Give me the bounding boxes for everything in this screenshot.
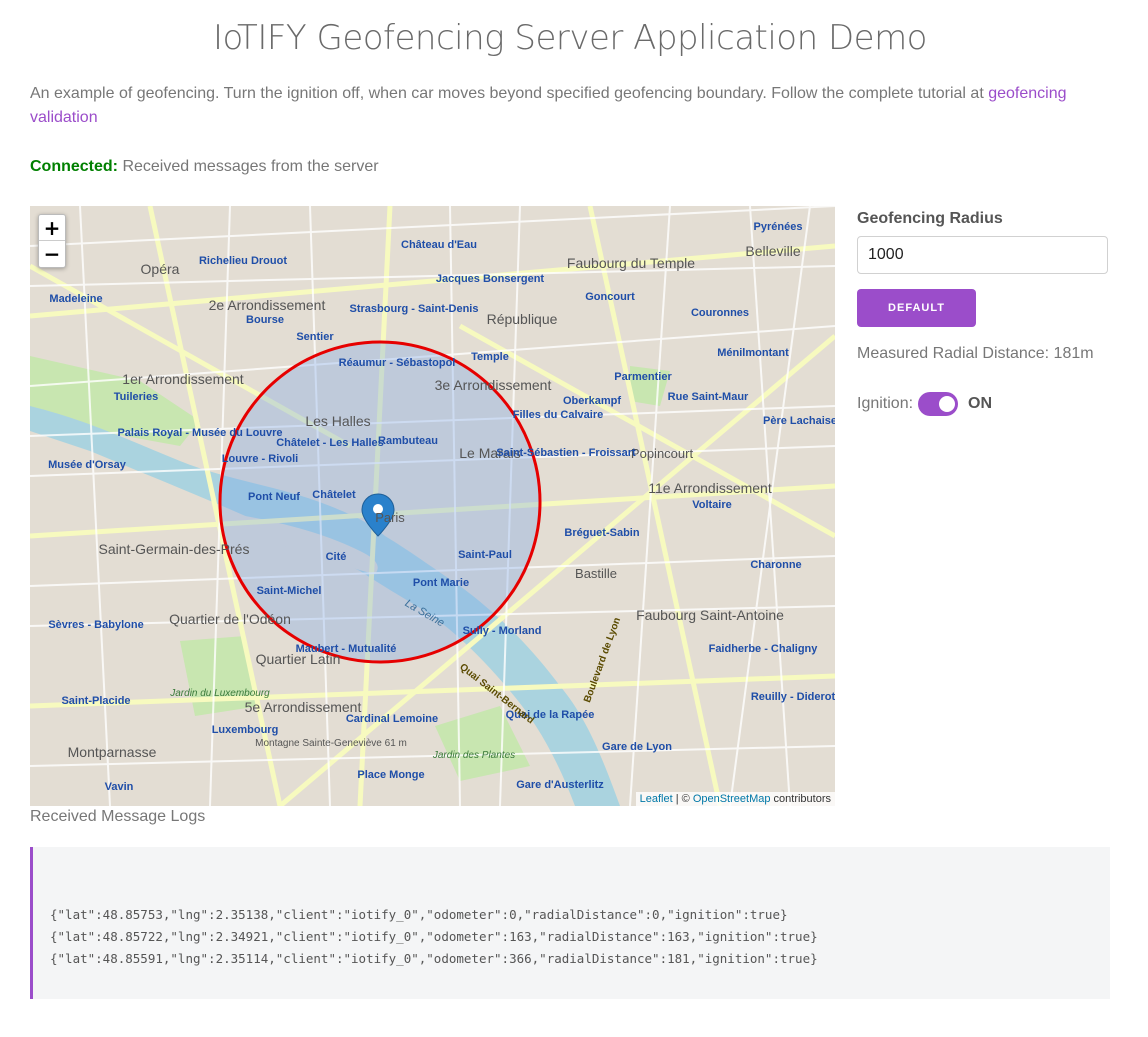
place-label: 11e Arrondissement	[648, 480, 772, 496]
place-label: Gare d'Austerlitz	[516, 779, 604, 791]
place-label: Opéra	[141, 261, 180, 277]
place-label: Musée d'Orsay	[48, 459, 127, 471]
place-label: Louvre - Rivoli	[222, 453, 298, 465]
place-label: Palais Royal - Musée du Louvre	[117, 427, 282, 439]
place-label: Saint-Sébastien - Froissart	[496, 447, 636, 459]
connection-status: Connected: Received messages from the se…	[30, 158, 379, 176]
default-button[interactable]: DEFAULT	[857, 289, 976, 327]
place-label: Popincourt	[631, 446, 694, 461]
place-label: Sèvres - Babylone	[48, 619, 143, 631]
osm-link[interactable]: OpenStreetMap	[693, 793, 771, 805]
place-label: Strasbourg - Saint-Denis	[350, 303, 479, 315]
attribution-suffix: contributors	[770, 793, 831, 805]
place-label: Reuilly - Diderot	[751, 691, 835, 703]
place-label: Paris	[375, 510, 405, 525]
place-label: Château d'Eau	[401, 239, 477, 251]
place-label: Montagne Sainte-Geneviève 61 m	[255, 738, 407, 749]
place-label: Richelieu Drouot	[199, 255, 287, 267]
toggle-knob	[939, 396, 955, 412]
place-label: Saint-Paul	[458, 549, 512, 561]
map[interactable]: Opéra 2e Arrondissement 1er Arrondisseme…	[30, 206, 835, 806]
radius-label: Geofencing Radius	[857, 210, 1003, 227]
map-attribution: Leaflet | © OpenStreetMap contributors	[635, 792, 835, 806]
place-label: Goncourt	[585, 291, 635, 303]
ignition-toggle[interactable]	[918, 392, 958, 416]
place-label: Place Monge	[357, 769, 424, 781]
place-label: Pyrénées	[754, 221, 803, 233]
place-label: Rambuteau	[378, 435, 438, 447]
place-label: Gare de Lyon	[602, 741, 672, 753]
place-label: Jacques Bonsergent	[436, 273, 545, 285]
ignition-state: ON	[968, 395, 992, 412]
place-label: Madeleine	[49, 293, 102, 305]
place-label: Père Lachaise	[763, 415, 835, 427]
log-line: {"lat":48.85753,"lng":2.35138,"client":"…	[50, 907, 788, 922]
logs-title: Received Message Logs	[30, 808, 206, 825]
log-line: {"lat":48.85722,"lng":2.34921,"client":"…	[50, 929, 818, 944]
intro-text: An example of geofencing. Turn the ignit…	[30, 85, 989, 102]
place-label: Bourse	[246, 314, 284, 326]
place-label: Sentier	[296, 331, 334, 343]
place-label: Saint-Germain-des-Prés	[99, 541, 250, 557]
place-label: Ménilmontant	[717, 347, 789, 359]
zoom-control: + −	[38, 214, 66, 268]
radius-input[interactable]	[857, 236, 1108, 274]
place-label: Pont Marie	[413, 577, 469, 589]
page-title: IoTIFY Geofencing Server Application Dem…	[213, 18, 928, 58]
place-label: 5e Arrondissement	[245, 699, 362, 715]
place-label: Châtelet - Les Halles	[276, 437, 384, 449]
place-label: Voltaire	[692, 499, 732, 511]
leaflet-link[interactable]: Leaflet	[640, 793, 673, 805]
place-label: Belleville	[745, 243, 800, 259]
place-label: Bastille	[575, 566, 617, 581]
place-label: 1er Arrondissement	[122, 371, 244, 387]
status-text: Received messages from the server	[122, 158, 379, 175]
place-label: Jardin du Luxembourg	[169, 688, 270, 699]
status-label: Connected:	[30, 158, 118, 175]
place-label: Faubourg Saint-Antoine	[636, 607, 784, 623]
place-label: Vavin	[105, 781, 134, 793]
ignition-label: Ignition:	[857, 395, 914, 412]
intro-paragraph: An example of geofencing. Turn the ignit…	[30, 82, 1120, 130]
place-label: Rue Saint-Maur	[668, 391, 749, 403]
place-label: Réaumur - Sébastopol	[339, 357, 456, 369]
place-label: Maubert - Mutualité	[296, 643, 397, 655]
place-label: Montparnasse	[68, 744, 157, 760]
zoom-in-button[interactable]: +	[39, 215, 65, 241]
place-label: Faidherbe - Chaligny	[709, 643, 819, 655]
place-label: Luxembourg	[212, 724, 279, 736]
place-label: Oberkampf	[563, 395, 621, 407]
map-tiles[interactable]: Opéra 2e Arrondissement 1er Arrondisseme…	[30, 206, 835, 806]
message-log: {"lat":48.85753,"lng":2.35138,"client":"…	[30, 847, 1110, 999]
place-label: Tuileries	[114, 391, 158, 403]
place-label: Châtelet	[312, 489, 356, 501]
place-label: Pont Neuf	[248, 491, 300, 503]
place-label: Couronnes	[691, 307, 749, 319]
attribution-separator: | ©	[672, 793, 693, 805]
place-label: Jardin des Plantes	[432, 750, 515, 761]
place-label: Saint-Placide	[61, 695, 130, 707]
place-label: Quartier de l'Odéon	[169, 611, 291, 627]
place-label: Sully - Morland	[463, 625, 542, 637]
place-label: Bréguet-Sabin	[564, 527, 639, 539]
zoom-out-button[interactable]: −	[39, 241, 65, 267]
place-label: Parmentier	[614, 371, 672, 383]
place-label: Saint-Michel	[257, 585, 322, 597]
radial-distance-text: Measured Radial Distance: 181m	[857, 345, 1094, 362]
log-line: {"lat":48.85591,"lng":2.35114,"client":"…	[50, 951, 818, 966]
place-label: Cité	[326, 551, 347, 563]
place-label: Charonne	[750, 559, 801, 571]
place-label: 3e Arrondissement	[435, 377, 552, 393]
place-label: Les Halles	[305, 413, 370, 429]
place-label: Cardinal Lemoine	[346, 713, 438, 725]
place-label: Temple	[471, 351, 509, 363]
place-label: Faubourg du Temple	[567, 255, 695, 271]
place-label: République	[487, 311, 558, 327]
place-label: 2e Arrondissement	[209, 297, 326, 313]
place-label: Filles du Calvaire	[513, 409, 603, 421]
